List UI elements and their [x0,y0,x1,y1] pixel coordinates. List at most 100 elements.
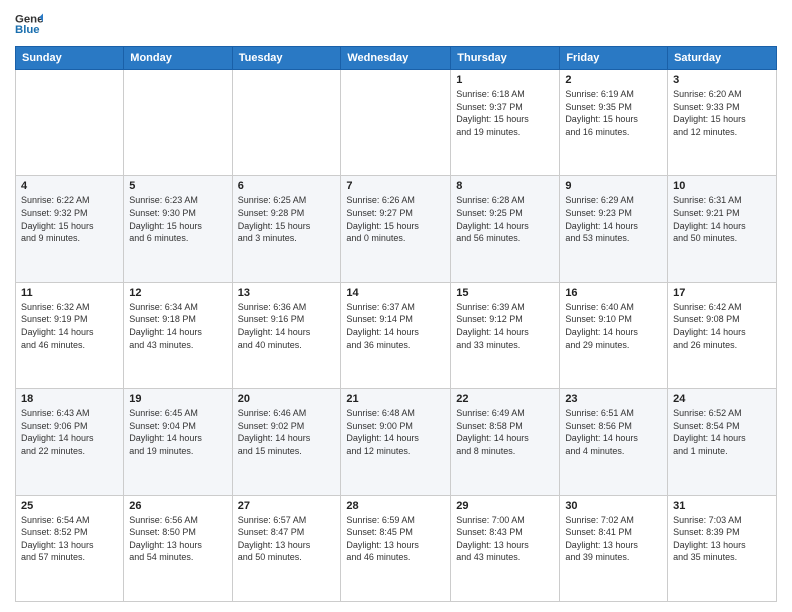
day-number: 19 [129,393,226,405]
day-number: 26 [129,500,226,512]
day-number: 6 [238,180,336,192]
calendar-cell: 29 Sunrise: 7:00 AM Sunset: 8:43 PM Dayli… [451,495,560,601]
day-number: 20 [238,393,336,405]
calendar-cell: 20 Sunrise: 6:46 AM Sunset: 9:02 PM Dayli… [232,389,341,495]
day-number: 1 [456,74,554,86]
day-number: 28 [346,500,445,512]
calendar-header-row: SundayMondayTuesdayWednesdayThursdayFrid… [16,47,777,70]
day-info: Sunrise: 6:18 AM Sunset: 9:37 PM Dayligh… [456,88,554,138]
calendar-cell: 3 Sunrise: 6:20 AM Sunset: 9:33 PM Daylig… [668,70,777,176]
day-number: 16 [565,287,662,299]
day-info: Sunrise: 6:25 AM Sunset: 9:28 PM Dayligh… [238,194,336,244]
day-info: Sunrise: 6:39 AM Sunset: 9:12 PM Dayligh… [456,301,554,351]
day-info: Sunrise: 7:00 AM Sunset: 8:43 PM Dayligh… [456,514,554,564]
calendar-cell: 31Sunrise: 7:03 AM Sunset: 8:39 PM Dayli… [668,495,777,601]
day-number: 11 [21,287,118,299]
day-info: Sunrise: 6:43 AM Sunset: 9:06 PM Dayligh… [21,407,118,457]
calendar-cell: 2 Sunrise: 6:19 AM Sunset: 9:35 PM Daylig… [560,70,668,176]
calendar-cell: 7Sunrise: 6:26 AM Sunset: 9:27 PM Daylig… [341,176,451,282]
day-info: Sunrise: 7:02 AM Sunset: 8:41 PM Dayligh… [565,514,662,564]
calendar-cell: 15 Sunrise: 6:39 AM Sunset: 9:12 PM Dayli… [451,282,560,388]
day-number: 25 [21,500,118,512]
day-number: 24 [673,393,771,405]
day-info: Sunrise: 6:37 AM Sunset: 9:14 PM Dayligh… [346,301,445,351]
calendar-cell: 27 Sunrise: 6:57 AM Sunset: 8:47 PM Dayli… [232,495,341,601]
col-header-sunday: Sunday [16,47,124,70]
day-info: Sunrise: 6:23 AM Sunset: 9:30 PM Dayligh… [129,194,226,244]
day-info: Sunrise: 6:51 AM Sunset: 8:56 PM Dayligh… [565,407,662,457]
logo-icon: General Blue [15,10,43,38]
calendar-table: SundayMondayTuesdayWednesdayThursdayFrid… [15,46,777,602]
calendar-cell: 19 Sunrise: 6:45 AM Sunset: 9:04 PM Dayli… [124,389,232,495]
page: General Blue SundayMondayTuesdayWednesda… [0,0,792,612]
calendar-cell [16,70,124,176]
col-header-wednesday: Wednesday [341,47,451,70]
day-info: Sunrise: 6:45 AM Sunset: 9:04 PM Dayligh… [129,407,226,457]
day-info: Sunrise: 6:34 AM Sunset: 9:18 PM Dayligh… [129,301,226,351]
day-info: Sunrise: 6:28 AM Sunset: 9:25 PM Dayligh… [456,194,554,244]
calendar-cell: 28 Sunrise: 6:59 AM Sunset: 8:45 PM Dayli… [341,495,451,601]
day-number: 5 [129,180,226,192]
col-header-saturday: Saturday [668,47,777,70]
calendar-cell: 9 Sunrise: 6:29 AM Sunset: 9:23 PM Daylig… [560,176,668,282]
day-number: 17 [673,287,771,299]
day-info: Sunrise: 6:57 AM Sunset: 8:47 PM Dayligh… [238,514,336,564]
calendar-cell: 16 Sunrise: 6:40 AM Sunset: 9:10 PM Dayli… [560,282,668,388]
day-info: Sunrise: 6:29 AM Sunset: 9:23 PM Dayligh… [565,194,662,244]
day-number: 12 [129,287,226,299]
day-info: Sunrise: 6:20 AM Sunset: 9:33 PM Dayligh… [673,88,771,138]
calendar-cell: 13Sunrise: 6:36 AM Sunset: 9:16 PM Dayli… [232,282,341,388]
col-header-tuesday: Tuesday [232,47,341,70]
calendar-cell: 21 Sunrise: 6:48 AM Sunset: 9:00 PM Dayli… [341,389,451,495]
day-info: Sunrise: 6:49 AM Sunset: 8:58 PM Dayligh… [456,407,554,457]
calendar-cell: 23 Sunrise: 6:51 AM Sunset: 8:56 PM Dayli… [560,389,668,495]
calendar-cell: 26Sunrise: 6:56 AM Sunset: 8:50 PM Dayli… [124,495,232,601]
day-number: 4 [21,180,118,192]
calendar-row-3: 18Sunrise: 6:43 AM Sunset: 9:06 PM Dayli… [16,389,777,495]
day-number: 21 [346,393,445,405]
day-info: Sunrise: 6:22 AM Sunset: 9:32 PM Dayligh… [21,194,118,244]
day-info: Sunrise: 6:54 AM Sunset: 8:52 PM Dayligh… [21,514,118,564]
day-info: Sunrise: 6:40 AM Sunset: 9:10 PM Dayligh… [565,301,662,351]
day-info: Sunrise: 6:31 AM Sunset: 9:21 PM Dayligh… [673,194,771,244]
svg-text:Blue: Blue [15,24,40,36]
calendar-cell: 5 Sunrise: 6:23 AM Sunset: 9:30 PM Daylig… [124,176,232,282]
calendar-cell: 10 Sunrise: 6:31 AM Sunset: 9:21 PM Dayli… [668,176,777,282]
day-number: 2 [565,74,662,86]
calendar-cell [341,70,451,176]
calendar-row-1: 4 Sunrise: 6:22 AM Sunset: 9:32 PM Daylig… [16,176,777,282]
day-number: 27 [238,500,336,512]
day-number: 10 [673,180,771,192]
calendar-cell: 14Sunrise: 6:37 AM Sunset: 9:14 PM Dayli… [341,282,451,388]
day-number: 29 [456,500,554,512]
day-number: 23 [565,393,662,405]
day-number: 22 [456,393,554,405]
day-number: 3 [673,74,771,86]
calendar-cell: 17 Sunrise: 6:42 AM Sunset: 9:08 PM Dayli… [668,282,777,388]
day-number: 15 [456,287,554,299]
day-info: Sunrise: 6:48 AM Sunset: 9:00 PM Dayligh… [346,407,445,457]
calendar-cell [124,70,232,176]
calendar-row-4: 25 Sunrise: 6:54 AM Sunset: 8:52 PM Dayli… [16,495,777,601]
calendar-cell: 1 Sunrise: 6:18 AM Sunset: 9:37 PM Daylig… [451,70,560,176]
day-info: Sunrise: 6:42 AM Sunset: 9:08 PM Dayligh… [673,301,771,351]
day-number: 8 [456,180,554,192]
calendar-cell: 24 Sunrise: 6:52 AM Sunset: 8:54 PM Dayli… [668,389,777,495]
day-number: 30 [565,500,662,512]
calendar-cell: 4 Sunrise: 6:22 AM Sunset: 9:32 PM Daylig… [16,176,124,282]
calendar-cell [232,70,341,176]
calendar-cell: 12 Sunrise: 6:34 AM Sunset: 9:18 PM Dayli… [124,282,232,388]
calendar-cell: 18Sunrise: 6:43 AM Sunset: 9:06 PM Dayli… [16,389,124,495]
day-info: Sunrise: 6:52 AM Sunset: 8:54 PM Dayligh… [673,407,771,457]
day-info: Sunrise: 6:26 AM Sunset: 9:27 PM Dayligh… [346,194,445,244]
day-number: 9 [565,180,662,192]
calendar-cell: 8 Sunrise: 6:28 AM Sunset: 9:25 PM Daylig… [451,176,560,282]
col-header-monday: Monday [124,47,232,70]
calendar-cell: 22 Sunrise: 6:49 AM Sunset: 8:58 PM Dayli… [451,389,560,495]
day-info: Sunrise: 6:59 AM Sunset: 8:45 PM Dayligh… [346,514,445,564]
calendar-cell: 11Sunrise: 6:32 AM Sunset: 9:19 PM Dayli… [16,282,124,388]
day-info: Sunrise: 6:36 AM Sunset: 9:16 PM Dayligh… [238,301,336,351]
day-info: Sunrise: 6:19 AM Sunset: 9:35 PM Dayligh… [565,88,662,138]
calendar-cell: 6 Sunrise: 6:25 AM Sunset: 9:28 PM Daylig… [232,176,341,282]
day-info: Sunrise: 6:46 AM Sunset: 9:02 PM Dayligh… [238,407,336,457]
